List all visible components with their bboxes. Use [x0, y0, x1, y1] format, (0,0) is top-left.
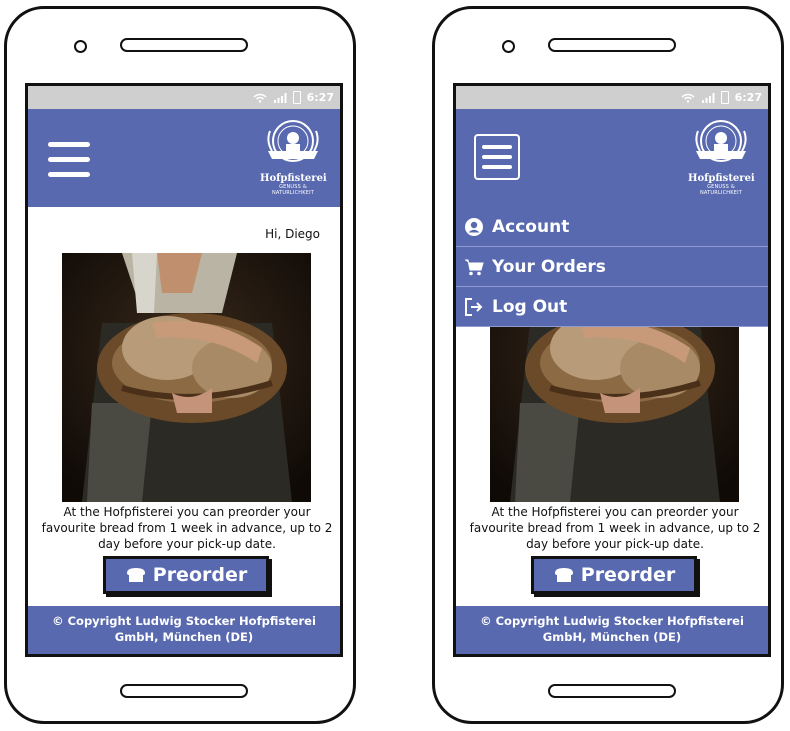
- brand-emblem-icon: [267, 120, 319, 162]
- speaker: [548, 38, 676, 52]
- hamburger-line: [482, 165, 512, 169]
- phone-frame-right: 6:27 Hofpfisterei GENUSS & NATURLICHKEIT…: [432, 6, 784, 724]
- menu-item-log-out[interactable]: Log Out: [456, 287, 768, 327]
- footer-line1: © Copyright Ludwig Stocker Hofpfisterei: [52, 614, 316, 628]
- hamburger-line: [48, 157, 90, 162]
- screen-menu-open: 6:27 Hofpfisterei GENUSS & NATURLICHKEIT…: [453, 83, 771, 657]
- signal-icon: [701, 92, 715, 103]
- menu-button[interactable]: [48, 142, 92, 178]
- screen-home: 6:27 Hofpfisterei GENUSS & NATURLICHKEIT…: [25, 83, 343, 657]
- user-circle-icon: [465, 217, 483, 236]
- hamburger-line: [482, 145, 512, 149]
- menu-item-account[interactable]: Account: [456, 207, 768, 247]
- menu-item-label: Log Out: [492, 296, 568, 317]
- hero-image: [62, 253, 311, 502]
- footer-line1: © Copyright Ludwig Stocker Hofpfisterei: [480, 614, 744, 628]
- preorder-button[interactable]: Preorder: [531, 556, 697, 594]
- brand-name: Hofpfisterei: [688, 173, 755, 184]
- intro-text: At the Hofpfisterei you can preorder you…: [41, 505, 333, 551]
- preorder-button[interactable]: Preorder: [103, 556, 269, 594]
- app-bar: Hofpfisterei GENUSS & NATURLICHKEIT: [456, 109, 768, 207]
- camera: [74, 40, 87, 53]
- footer: © Copyright Ludwig Stocker Hofpfisterei …: [28, 606, 340, 654]
- dropdown-menu: Account Your Orders Log Out: [456, 207, 768, 327]
- phone-frame-left: 6:27 Hofpfisterei GENUSS & NATURLICHKEIT…: [4, 6, 356, 724]
- hamburger-line: [48, 172, 90, 177]
- camera: [502, 40, 515, 53]
- footer: © Copyright Ludwig Stocker Hofpfisterei …: [456, 606, 768, 654]
- logout-icon: [465, 297, 483, 316]
- greeting: Hi, Diego: [265, 227, 320, 241]
- brand-logo[interactable]: Hofpfisterei GENUSS & NATURLICHKEIT: [260, 117, 327, 197]
- footer-line2: GmbH, München (DE): [542, 630, 682, 644]
- home-button[interactable]: [120, 684, 248, 698]
- battery-icon: [292, 91, 301, 104]
- wifi-icon: [253, 93, 267, 103]
- brand-name: Hofpfisterei: [260, 173, 327, 184]
- footer-line2: GmbH, München (DE): [114, 630, 254, 644]
- hamburger-line: [482, 155, 512, 159]
- brand-tagline: GENUSS & NATURLICHKEIT: [699, 184, 743, 196]
- bread-icon: [126, 568, 145, 582]
- status-bar: 6:27: [456, 86, 768, 109]
- status-time: 6:27: [306, 91, 334, 104]
- hamburger-line: [48, 142, 90, 147]
- cart-icon: [465, 259, 484, 275]
- status-time: 6:27: [734, 91, 762, 104]
- battery-icon: [720, 91, 729, 104]
- preorder-label: Preorder: [152, 564, 248, 586]
- preorder-label: Preorder: [580, 564, 676, 586]
- brand-emblem-icon: [695, 120, 747, 162]
- speaker: [120, 38, 248, 52]
- menu-button-active[interactable]: [474, 134, 520, 180]
- menu-item-label: Account: [492, 216, 570, 237]
- signal-icon: [273, 92, 287, 103]
- brand-tagline: GENUSS & NATURLICHKEIT: [271, 184, 315, 196]
- home-button[interactable]: [548, 684, 676, 698]
- wifi-icon: [681, 93, 695, 103]
- brand-logo[interactable]: Hofpfisterei GENUSS & NATURLICHKEIT: [688, 117, 755, 197]
- status-bar: 6:27: [28, 86, 340, 109]
- intro-text: At the Hofpfisterei you can preorder you…: [469, 505, 761, 551]
- menu-item-label: Your Orders: [492, 256, 606, 277]
- app-bar: Hofpfisterei GENUSS & NATURLICHKEIT: [28, 109, 340, 207]
- bread-icon: [554, 568, 573, 582]
- menu-item-your-orders[interactable]: Your Orders: [456, 247, 768, 287]
